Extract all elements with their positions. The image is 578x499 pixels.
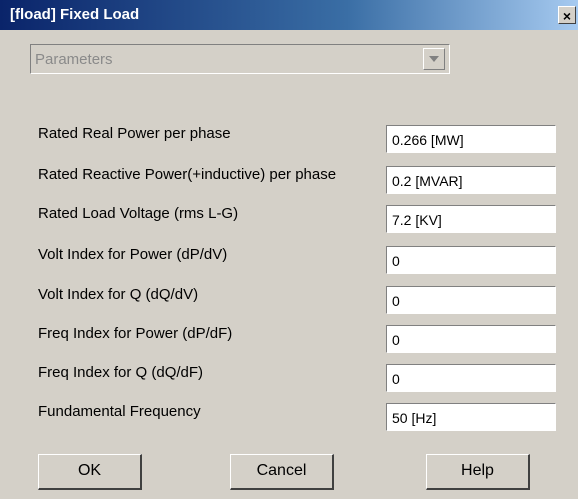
rated-load-voltage-field[interactable]: 7.2 [KV] [386, 205, 556, 233]
param-label: Rated Real Power per phase [38, 125, 231, 142]
chevron-down-icon [429, 56, 439, 62]
volt-index-q-field[interactable]: 0 [386, 286, 556, 314]
rated-reactive-power-field[interactable]: 0.2 [MVAR] [386, 166, 556, 194]
window-title: [fload] Fixed Load [10, 6, 140, 23]
param-label: Volt Index for Power (dP/dV) [38, 246, 228, 263]
close-icon: × [562, 8, 572, 24]
freq-index-q-field[interactable]: 0 [386, 364, 556, 392]
param-label: Rated Load Voltage (rms L-G) [38, 205, 239, 222]
dropdown-selected-value: Parameters [35, 51, 113, 68]
param-label: Volt Index for Q (dQ/dV) [38, 286, 199, 303]
help-button[interactable]: Help [426, 454, 530, 490]
ok-button[interactable]: OK [38, 454, 142, 490]
param-label: Freq Index for Q (dQ/dF) [38, 364, 204, 381]
param-label: Fundamental Frequency [38, 403, 201, 420]
freq-index-power-field[interactable]: 0 [386, 325, 556, 353]
volt-index-power-field[interactable]: 0 [386, 246, 556, 274]
cancel-button[interactable]: Cancel [230, 454, 334, 490]
fundamental-frequency-field[interactable]: 50 [Hz] [386, 403, 556, 431]
param-label: Rated Reactive Power(+inductive) per pha… [38, 166, 337, 183]
rated-real-power-field[interactable]: 0.266 [MW] [386, 125, 556, 153]
close-button[interactable]: × [558, 6, 576, 24]
param-label: Freq Index for Power (dP/dF) [38, 325, 233, 342]
title-bar[interactable]: [fload] Fixed Load × [0, 0, 578, 30]
parameters-dropdown[interactable]: Parameters [30, 44, 450, 74]
dropdown-arrow-button[interactable] [423, 48, 445, 70]
